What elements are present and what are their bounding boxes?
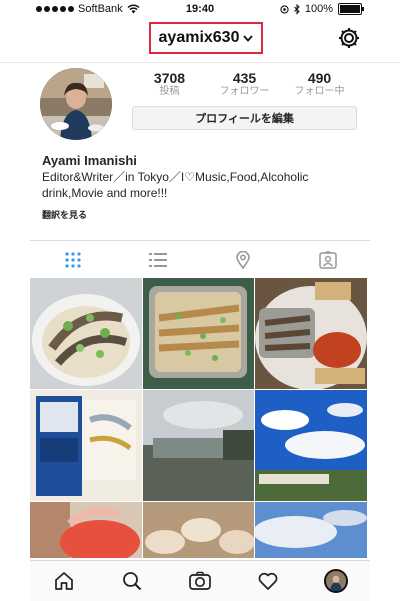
post-thumbnail[interactable] xyxy=(255,278,367,389)
nav-activity[interactable] xyxy=(234,561,302,601)
bio-line-1: Editor&Writer／in Tokyo／I♡Music,Food,Alco… xyxy=(42,170,309,184)
bio-line-2: drink,Movie and more!!! xyxy=(42,186,168,200)
post-thumbnail[interactable] xyxy=(30,502,142,558)
profile-avatar-icon xyxy=(324,569,348,593)
posts-label: 投稿 xyxy=(159,86,180,97)
posts-stat[interactable]: 3708 投稿 xyxy=(132,70,207,98)
username-label: ayamix630 xyxy=(158,29,240,46)
post-thumbnail[interactable] xyxy=(143,390,254,501)
gear-icon[interactable] xyxy=(336,25,362,51)
location-icon xyxy=(280,4,289,14)
bluetooth-icon xyxy=(294,3,300,15)
chevron-down-icon xyxy=(243,34,254,42)
home-icon xyxy=(55,572,73,590)
username-switcher[interactable]: ayamix630 xyxy=(149,22,263,54)
post-thumbnail[interactable] xyxy=(30,390,142,501)
location-pin-icon xyxy=(235,251,250,269)
edit-profile-button[interactable]: プロフィールを編集 xyxy=(132,106,357,130)
list-icon xyxy=(148,253,167,267)
tab-list[interactable] xyxy=(115,241,200,279)
post-thumbnail[interactable] xyxy=(143,278,254,389)
profile-avatar[interactable] xyxy=(40,68,112,140)
tagged-person-icon xyxy=(318,251,337,269)
post-thumbnail[interactable] xyxy=(255,502,367,558)
profile-bio: Editor&Writer／in Tokyo／I♡Music,Food,Alco… xyxy=(42,169,372,201)
post-thumbnail[interactable] xyxy=(30,278,142,389)
bottom-navigation xyxy=(30,560,370,601)
post-thumbnail[interactable] xyxy=(255,390,367,501)
status-bar: SoftBank 19:40 100% xyxy=(0,0,400,18)
following-stat[interactable]: 490 フォロー中 xyxy=(282,70,357,98)
tab-grid[interactable] xyxy=(30,241,115,279)
profile-full-name: Ayami Imanishi xyxy=(42,153,137,168)
post-thumbnail[interactable] xyxy=(143,502,254,558)
nav-profile[interactable] xyxy=(302,561,370,601)
tab-map[interactable] xyxy=(200,241,285,279)
nav-home[interactable] xyxy=(30,561,98,601)
followers-stat[interactable]: 435 フォロワー xyxy=(207,70,282,98)
tab-tagged[interactable] xyxy=(285,241,370,279)
status-right: 100% xyxy=(280,3,364,15)
nav-search[interactable] xyxy=(98,561,166,601)
camera-icon xyxy=(189,571,211,590)
following-count: 490 xyxy=(307,70,332,86)
nav-camera[interactable] xyxy=(166,561,234,601)
profile-stats: 3708 投稿 435 フォロワー 490 フォロー中 xyxy=(132,70,357,98)
profile-header: ayamix630 xyxy=(0,18,400,63)
see-translation-link[interactable]: 翻訳を見る xyxy=(42,208,87,221)
battery-icon xyxy=(338,3,364,15)
battery-percent: 100% xyxy=(304,3,333,15)
grid-icon xyxy=(64,252,81,268)
following-label: フォロー中 xyxy=(294,86,345,97)
profile-view-tabs xyxy=(30,240,370,279)
followers-label: フォロワー xyxy=(219,86,270,97)
search-icon xyxy=(123,572,142,591)
followers-count: 435 xyxy=(232,70,257,86)
posts-grid xyxy=(30,278,369,560)
heart-icon xyxy=(258,572,278,590)
posts-count: 3708 xyxy=(153,70,186,86)
